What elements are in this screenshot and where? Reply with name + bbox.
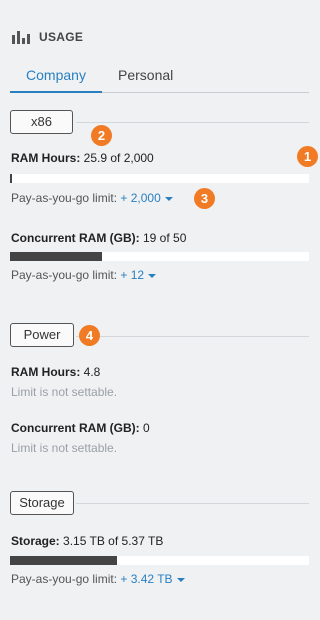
concurrent-ram-value: 19 of 50	[143, 231, 187, 245]
storage-label: Storage:	[11, 534, 60, 548]
tab-company[interactable]: Company	[10, 67, 102, 93]
section-divider	[76, 122, 309, 123]
ram-hours-row: RAM Hours: 25.9 of 2,000	[11, 151, 154, 165]
ram-hours-progress-fill	[10, 174, 12, 183]
badge-2: 2	[91, 125, 112, 146]
storage-paygo: Pay-as-you-go limit: + 3.42 TB	[11, 572, 185, 586]
paygo-label: Pay-as-you-go limit:	[11, 268, 118, 282]
power-ram-hours-label: RAM Hours:	[11, 365, 81, 379]
storage-progress-bar	[10, 556, 309, 565]
power-concurrent-label: Concurrent RAM (GB):	[11, 421, 140, 435]
section-divider	[76, 336, 309, 337]
paygo-label: Pay-as-you-go limit:	[11, 572, 118, 586]
caret-down-icon	[164, 196, 173, 201]
power-concurrent-value: 0	[143, 421, 150, 435]
bar-chart-icon	[12, 30, 30, 44]
concurrent-ram-row: Concurrent RAM (GB): 19 of 50	[11, 231, 186, 245]
storage-paygo-dropdown[interactable]: + 3.42 TB	[120, 572, 185, 586]
storage-row: Storage: 3.15 TB of 5.37 TB	[11, 534, 163, 548]
usage-header: USAGE	[12, 30, 83, 44]
storage-progress-fill	[10, 556, 117, 565]
badge-1: 1	[297, 146, 318, 167]
concurrent-ram-paygo: Pay-as-you-go limit: + 12	[11, 268, 157, 282]
caret-down-icon	[176, 577, 185, 582]
ram-hours-label: RAM Hours:	[11, 151, 81, 165]
section-divider	[76, 503, 309, 504]
concurrent-ram-progress-bar	[10, 252, 309, 261]
ram-hours-progress-bar	[10, 174, 309, 183]
ram-hours-paygo: Pay-as-you-go limit: + 2,000	[11, 191, 173, 205]
badge-3: 3	[194, 188, 215, 209]
section-chip-storage[interactable]: Storage	[10, 491, 74, 515]
power-ram-hours-note: Limit is not settable.	[11, 385, 118, 399]
usage-tabs: Company Personal	[10, 66, 309, 93]
ram-hours-value: 25.9 of 2,000	[83, 151, 154, 165]
badge-4: 4	[79, 325, 100, 346]
concurrent-ram-paygo-dropdown[interactable]: + 12	[120, 268, 157, 282]
concurrent-ram-progress-fill	[10, 252, 102, 261]
power-ram-hours-row: RAM Hours: 4.8	[11, 365, 100, 379]
tab-personal[interactable]: Personal	[118, 67, 173, 89]
paygo-label: Pay-as-you-go limit:	[11, 191, 118, 205]
power-ram-hours-value: 4.8	[83, 365, 101, 379]
section-chip-power[interactable]: Power	[10, 323, 74, 347]
usage-title: USAGE	[39, 30, 84, 44]
section-chip-x86[interactable]: x86	[10, 110, 73, 134]
caret-down-icon	[148, 273, 157, 278]
ram-hours-paygo-dropdown[interactable]: + 2,000	[120, 191, 173, 205]
power-concurrent-row: Concurrent RAM (GB): 0	[11, 421, 150, 435]
storage-value: 3.15 TB of 5.37 TB	[63, 534, 164, 548]
power-concurrent-note: Limit is not settable.	[11, 441, 118, 455]
concurrent-ram-label: Concurrent RAM (GB):	[11, 231, 140, 245]
